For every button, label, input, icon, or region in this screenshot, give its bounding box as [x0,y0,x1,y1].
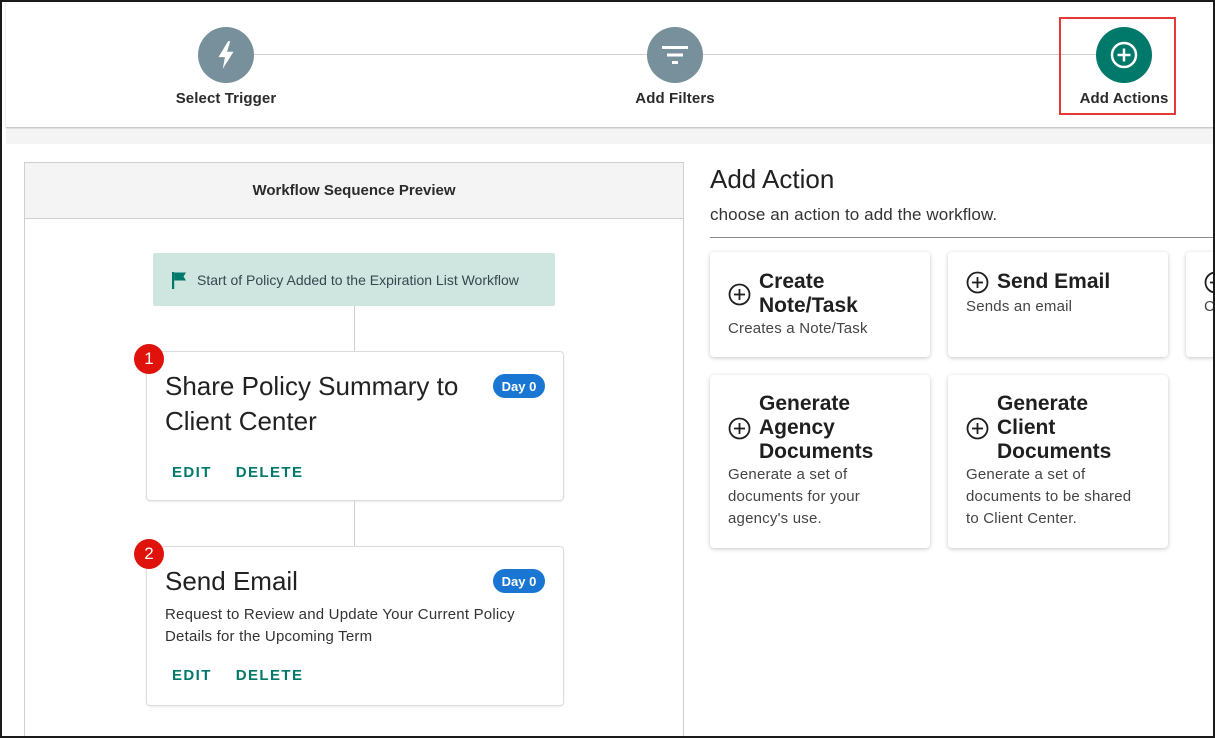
edit-button[interactable]: EDIT [172,667,212,684]
workflow-sequence-preview: Workflow Sequence Preview Start of Polic… [24,162,684,736]
lightning-icon [198,27,254,83]
active-step-highlight [1059,17,1176,115]
action-card-description-line: documents for your [728,488,860,505]
day-badge: Day 0 [493,569,545,593]
action-card-title-line: Note/Task [759,294,858,317]
action-card-create-note-task[interactable]: Create Note/Task Creates a Note/Task [710,252,930,357]
add-action-subtitle: choose an action to add the workflow. [710,205,998,224]
action-card-send-email[interactable]: Send Email Sends an email [948,252,1168,357]
action-card-generate-agency-documents[interactable]: Generate Agency Documents Generate a set… [710,375,930,548]
step-title: Share Policy Summary to Client Center [165,369,458,439]
step-number-badge: 2 [134,539,164,569]
delete-button[interactable]: DELETE [236,464,304,481]
action-card-description-line: documents to be shared [966,488,1132,505]
action-card-description-line: Generate a set of [728,466,848,483]
step-title-line: Share Policy Summary to [165,371,459,401]
action-card-partial[interactable]: C [1186,252,1215,357]
action-card-description: Generate a set of documents to be shared… [966,464,1131,530]
step-select-trigger[interactable]: Select Trigger [146,27,306,107]
step-title: Send Email [165,566,298,596]
step-actions: EDIT DELETE [172,667,303,684]
add-circle-icon [966,271,989,294]
step-description-line: Details for the Upcoming Term [165,628,373,645]
step-label: Add Filters [635,90,715,107]
action-card-generate-client-documents[interactable]: Generate Client Documents Generate a set… [948,375,1168,548]
step-add-filters[interactable]: Add Filters [595,27,755,107]
sequence-connector [354,501,355,546]
sequence-step-card: 1 Share Policy Summary to Client Center … [134,344,564,501]
action-card-description: Sends an email [966,298,1073,315]
sequence-step-card: 2 Send Email Day 0 Request to Review and… [134,539,564,706]
action-card-description: C [1204,298,1215,315]
step-title-line: Client Center [165,406,317,436]
workflow-start-banner: Start of Policy Added to the Expiration … [153,253,555,306]
divider [710,237,1213,238]
action-card-title-line: Generate [759,392,851,415]
edit-button[interactable]: EDIT [172,464,212,481]
preview-header: Workflow Sequence Preview [25,163,683,219]
step-number-badge: 1 [134,344,164,374]
action-card-description-line: to Client Center. [966,510,1077,527]
action-card-title-line: Create [759,270,825,293]
action-card-title-line: Client [997,416,1056,439]
workflow-builder: Select Trigger Add Filters Add Actions W… [0,0,1215,738]
add-circle-icon [966,417,989,440]
step-actions: EDIT DELETE [172,464,303,481]
add-action-title: Add Action [710,164,835,194]
delete-button[interactable]: DELETE [236,667,304,684]
action-card-description-line: Generate a set of [966,466,1086,483]
content-band [6,129,1213,144]
action-card-description-line: agency's use. [728,510,822,527]
workflow-stepper: Select Trigger Add Filters Add Actions [6,2,1213,128]
action-card-title-line: Documents [997,440,1112,463]
action-card-title-line: Documents [759,440,874,463]
action-card-title-line: Agency [759,416,835,439]
day-badge: Day 0 [493,374,545,398]
add-circle-icon [728,283,751,306]
sequence-connector [354,306,355,351]
action-card-description: Creates a Note/Task [728,320,868,337]
action-card-title: Generate Agency Documents [759,392,873,464]
step-description: Request to Review and Update Your Curren… [165,604,515,648]
flag-icon [171,271,189,289]
start-banner-text: Start of Policy Added to the Expiration … [197,271,519,288]
step-description-line: Request to Review and Update Your Curren… [165,606,515,623]
action-card-title-line: Generate [997,392,1089,415]
add-circle-icon [1204,271,1213,294]
action-card-title: Create Note/Task [759,270,858,318]
action-card-title: Send Email [997,270,1111,293]
action-card-description: Generate a set of documents for your age… [728,464,860,530]
add-circle-icon [728,417,751,440]
step-label: Select Trigger [175,90,277,107]
action-card-title: Generate Client Documents [997,392,1111,464]
filter-icon [647,27,703,83]
